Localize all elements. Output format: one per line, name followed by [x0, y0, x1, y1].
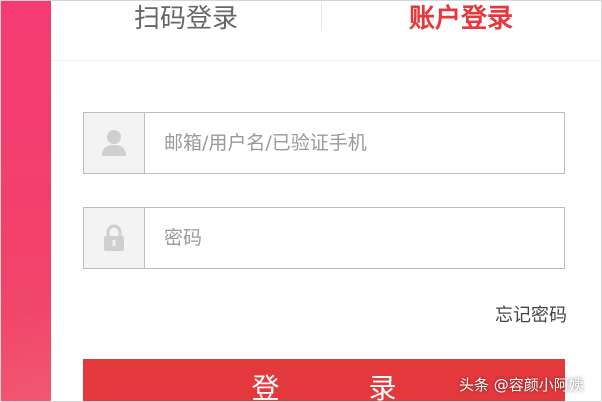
login-tabs: 扫码登录 账户登录 — [51, 1, 601, 61]
watermark-text: 头条 @容颜小阿姨 — [459, 376, 584, 394]
forgot-password-link[interactable]: 忘记密码 — [487, 301, 567, 327]
side-background — [1, 1, 51, 401]
username-input[interactable] — [146, 113, 564, 173]
tab-qr-login[interactable]: 扫码登录 — [111, 1, 261, 37]
password-field — [83, 207, 565, 269]
tab-divider — [321, 3, 322, 31]
lock-icon — [84, 208, 145, 268]
password-input[interactable] — [146, 208, 564, 268]
tab-account-login[interactable]: 账户登录 — [381, 1, 541, 37]
user-icon — [84, 113, 145, 173]
login-panel: 扫码登录 账户登录 忘记密码 登 — [51, 1, 601, 401]
username-field — [83, 112, 565, 174]
login-page: 扫码登录 账户登录 忘记密码 登 — [0, 0, 602, 402]
